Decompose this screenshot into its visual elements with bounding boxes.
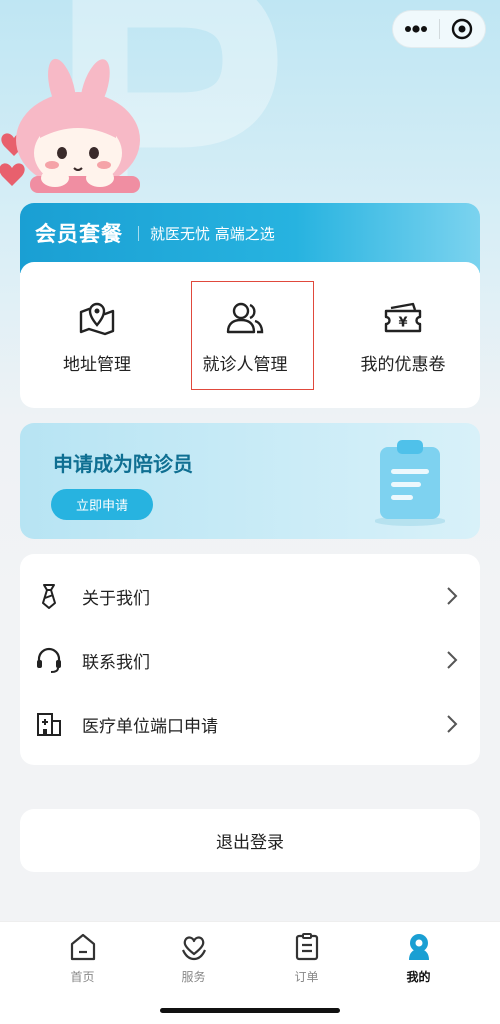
apply-title: 申请成为陪诊员 [53, 452, 193, 476]
headset-icon [37, 647, 61, 673]
tab-label: 订单 [294, 970, 319, 984]
logout-button[interactable]: 退出登录 [20, 809, 480, 872]
address-management-label: 地址管理 [63, 355, 131, 375]
hospital-icon [37, 713, 61, 736]
menu-item-medical-unit-apply[interactable]: 医疗单位端口申请 [20, 692, 480, 756]
profile-icon [408, 934, 429, 960]
tab-service[interactable]: 服务 [131, 932, 256, 992]
map-pin-icon [79, 302, 115, 336]
member-divider [138, 226, 139, 241]
coupon-icon: ¥ [384, 302, 422, 333]
mascot-illustration [0, 58, 140, 193]
menu-label: 医疗单位端口申请 [82, 716, 218, 737]
tab-label: 服务 [181, 970, 206, 984]
list-icon [295, 933, 318, 961]
tab-mine[interactable]: 我的 [356, 932, 481, 992]
heart-hands-icon [181, 936, 206, 961]
clipboard-icon [375, 440, 445, 526]
chevron-right-icon [447, 587, 458, 605]
tab-home[interactable]: 首页 [20, 932, 145, 992]
tab-label: 我的 [406, 970, 431, 984]
users-icon [226, 302, 264, 334]
quick-actions-card: 地址管理 就诊人管理 ¥ 我的优惠卷 [20, 262, 480, 408]
menu-list: 关于我们 联系我们 医疗单位端口申请 [20, 554, 480, 765]
my-coupons-button[interactable]: ¥ 我的优惠卷 [328, 262, 478, 408]
chevron-right-icon [447, 651, 458, 669]
patient-management-button[interactable]: 就诊人管理 [170, 262, 320, 408]
tab-orders[interactable]: 订单 [244, 932, 369, 992]
svg-text:¥: ¥ [398, 316, 407, 331]
address-management-button[interactable]: 地址管理 [22, 262, 172, 408]
menu-label: 关于我们 [82, 588, 150, 609]
target-circle-icon[interactable] [440, 11, 485, 47]
my-coupons-label: 我的优惠卷 [360, 355, 446, 375]
home-icon [70, 933, 95, 961]
mini-program-capsule [392, 10, 486, 48]
menu-label: 联系我们 [82, 652, 150, 673]
menu-item-contact-us[interactable]: 联系我们 [20, 628, 480, 692]
menu-item-about-us[interactable]: 关于我们 [20, 564, 480, 628]
tie-icon [42, 584, 56, 609]
home-indicator [160, 1008, 340, 1013]
apply-companion-banner[interactable]: 申请成为陪诊员 立即申请 [20, 423, 480, 539]
chevron-right-icon [447, 715, 458, 733]
patient-management-label: 就诊人管理 [202, 355, 288, 375]
member-title: 会员套餐 [35, 222, 123, 246]
apply-now-button[interactable]: 立即申请 [51, 489, 153, 520]
tab-label: 首页 [70, 970, 95, 984]
more-dots-icon[interactable] [393, 11, 439, 47]
member-subtitle: 就医无忧 高端之选 [150, 225, 275, 243]
